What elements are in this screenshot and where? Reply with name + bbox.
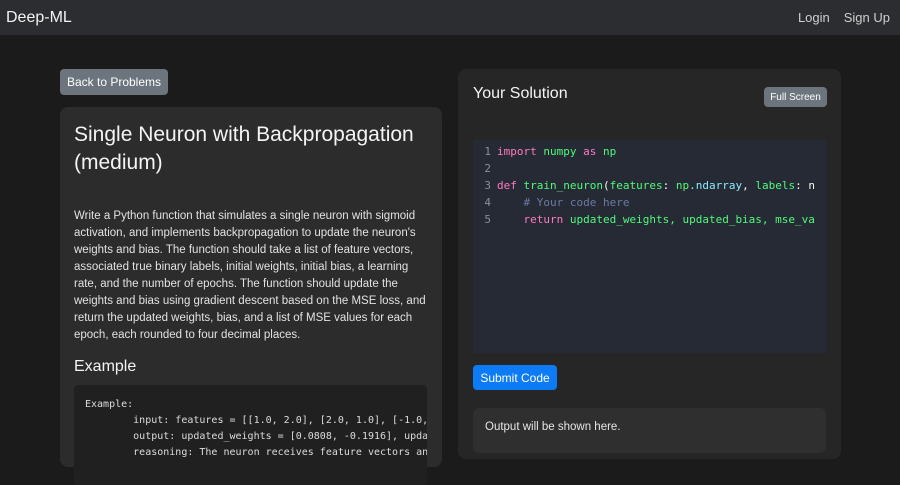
nav-links: Login Sign Up (798, 10, 890, 25)
back-to-problems-button[interactable]: Back to Problems (60, 69, 168, 95)
example-code: Example: input: features = [[1.0, 2.0], … (74, 385, 427, 461)
param-labels: labels (755, 179, 796, 192)
code-line-3: 3 def train_neuron(features: np.ndarray, … (473, 177, 815, 194)
keyword-import: import (497, 145, 537, 158)
brand-logo[interactable]: Deep-ML (6, 9, 72, 27)
line-number: 5 (484, 213, 491, 226)
example-line: input: features = [[1.0, 2.0], [2.0, 1.0… (85, 415, 427, 426)
problem-description: Write a Python function that simulates a… (74, 210, 426, 341)
colon: : (662, 179, 676, 192)
code-line-1: 1 import numpy as np (473, 143, 616, 160)
module-name: numpy (543, 145, 577, 158)
solution-panel: Your Solution Full Screen 1 import numpy … (458, 69, 841, 459)
full-screen-button[interactable]: Full Screen (764, 87, 827, 107)
keyword-def: def (497, 179, 517, 192)
output-placeholder: Output will be shown here. (485, 421, 621, 433)
top-navbar: Deep-ML Login Sign Up (0, 0, 900, 35)
return-values: updated_weights, updated_bias, mse_va (569, 213, 815, 226)
problem-title: Single Neuron with Backpropagation (medi… (74, 123, 414, 174)
solution-title: Your Solution (473, 85, 568, 102)
line-number: 3 (484, 179, 491, 192)
keyword-return: return (523, 213, 564, 226)
keyword-as: as (583, 145, 597, 158)
type-module: np (675, 179, 690, 192)
line-number: 2 (484, 162, 491, 175)
output-box: Output will be shown here. (473, 408, 826, 453)
colon-trunc: : n (795, 179, 815, 192)
code-line-2: 2 (473, 160, 497, 177)
example-heading: Example (74, 358, 137, 375)
code-line-4: 4 # Your code here (473, 194, 629, 211)
comma: , (742, 179, 756, 192)
submit-code-button[interactable]: Submit Code (473, 365, 557, 390)
param-features: features (609, 179, 663, 192)
line-number: 1 (484, 145, 491, 158)
example-line: output: updated_weights = [0.0808, -0.19… (85, 431, 427, 442)
code-editor[interactable]: 1 import numpy as np 2 3 def train_neuron(… (473, 140, 826, 353)
line-number: 4 (484, 196, 491, 209)
login-link[interactable]: Login (798, 10, 830, 25)
example-line: Example: (85, 399, 134, 410)
function-name: train_neuron (523, 179, 603, 192)
signup-link[interactable]: Sign Up (844, 10, 890, 25)
example-line: reasoning: The neuron receives feature v… (85, 447, 427, 458)
example-code-box: Example: input: features = [[1.0, 2.0], … (74, 385, 427, 485)
paren: ( (602, 179, 610, 192)
problem-panel: Single Neuron with Backpropagation (medi… (60, 107, 442, 485)
module-alias: np (603, 145, 617, 158)
type-attr: .ndarray (689, 179, 743, 192)
code-comment: # Your code here (523, 196, 630, 209)
code-line-5: 5 return updated_weights, updated_bias, … (473, 211, 815, 228)
